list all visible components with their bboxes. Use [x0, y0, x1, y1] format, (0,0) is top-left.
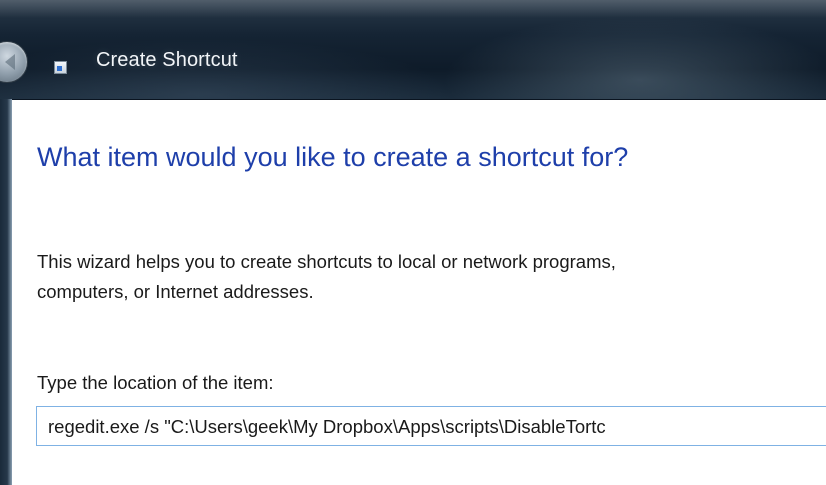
description-line-2: computers, or Internet addresses.: [37, 281, 314, 302]
location-input[interactable]: regedit.exe /s "C:\Users\geek\My Dropbox…: [36, 406, 826, 446]
window-frame-left: [0, 99, 12, 485]
page-heading: What item would you like to create a sho…: [37, 142, 629, 172]
location-input-value: regedit.exe /s "C:\Users\geek\My Dropbox…: [48, 416, 606, 437]
back-button[interactable]: [0, 41, 28, 83]
back-arrow-icon: [5, 54, 15, 70]
title-bar-shine: [0, 0, 826, 18]
window-title: Create Shortcut: [96, 49, 238, 71]
shortcut-icon: [54, 61, 67, 74]
create-shortcut-window: Create Shortcut What item would you like…: [0, 0, 826, 485]
wizard-content: What item would you like to create a sho…: [12, 100, 826, 485]
description-line-1: This wizard helps you to create shortcut…: [37, 251, 616, 272]
wizard-description: This wizard helps you to create shortcut…: [37, 247, 826, 307]
title-bar: Create Shortcut: [0, 0, 826, 100]
location-label: Type the location of the item:: [37, 372, 274, 393]
